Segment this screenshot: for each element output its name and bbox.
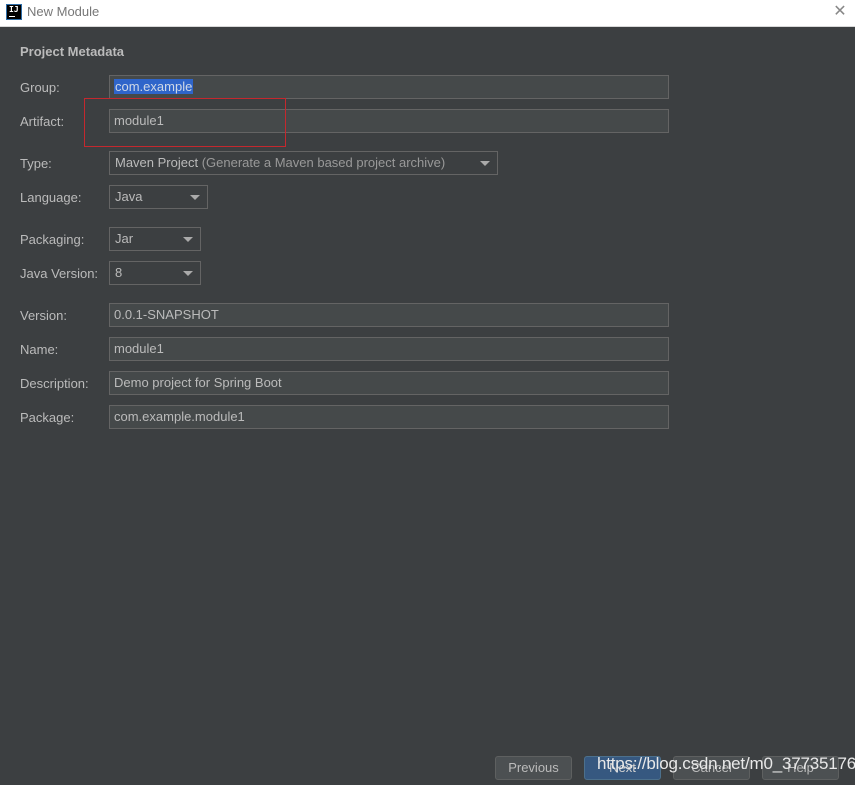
group-label: Group: — [20, 80, 60, 95]
java-version-label: Java Version: — [20, 266, 99, 281]
close-icon[interactable]: ✕ — [831, 3, 849, 21]
type-value: Maven Project — [115, 155, 199, 170]
artifact-label: Artifact: — [20, 114, 65, 129]
group-value: com.example — [114, 79, 194, 94]
chevron-down-icon — [183, 271, 193, 276]
packaging-value: Jar — [115, 231, 134, 246]
language-value: Java — [115, 189, 143, 204]
title-bar: IJ New Module ✕ — [0, 0, 855, 27]
chevron-down-icon — [480, 161, 490, 166]
type-dropdown[interactable]: Maven Project (Generate a Maven based pr… — [109, 151, 498, 175]
help-button[interactable]: Help — [762, 756, 839, 780]
intellij-icon: IJ — [6, 4, 22, 20]
packaging-dropdown[interactable]: Jar — [109, 227, 201, 251]
version-label: Version: — [20, 308, 67, 323]
description-label: Description: — [20, 376, 89, 391]
artifact-input[interactable]: module1 — [109, 109, 669, 133]
section-title: Project Metadata — [20, 44, 125, 59]
chevron-down-icon — [190, 195, 200, 200]
cancel-button[interactable]: Cancel — [673, 756, 750, 780]
java-version-value: 8 — [115, 265, 123, 280]
version-input[interactable]: 0.0.1-SNAPSHOT — [109, 303, 669, 327]
name-input[interactable]: module1 — [109, 337, 669, 361]
type-label: Type: — [20, 156, 52, 171]
java-version-dropdown[interactable]: 8 — [109, 261, 201, 285]
next-button[interactable]: Next — [584, 756, 661, 780]
name-label: Name: — [20, 342, 59, 357]
language-dropdown[interactable]: Java — [109, 185, 208, 209]
chevron-down-icon — [183, 237, 193, 242]
package-input[interactable]: com.example.module1 — [109, 405, 669, 429]
packaging-label: Packaging: — [20, 232, 85, 247]
package-label: Package: — [20, 410, 75, 425]
language-label: Language: — [20, 190, 82, 205]
description-input[interactable]: Demo project for Spring Boot — [109, 371, 669, 395]
type-hint: (Generate a Maven based project archive) — [201, 155, 446, 170]
previous-button[interactable]: Previous — [495, 756, 572, 780]
group-input[interactable]: com.example — [109, 75, 669, 99]
window-title: New Module — [27, 4, 100, 19]
